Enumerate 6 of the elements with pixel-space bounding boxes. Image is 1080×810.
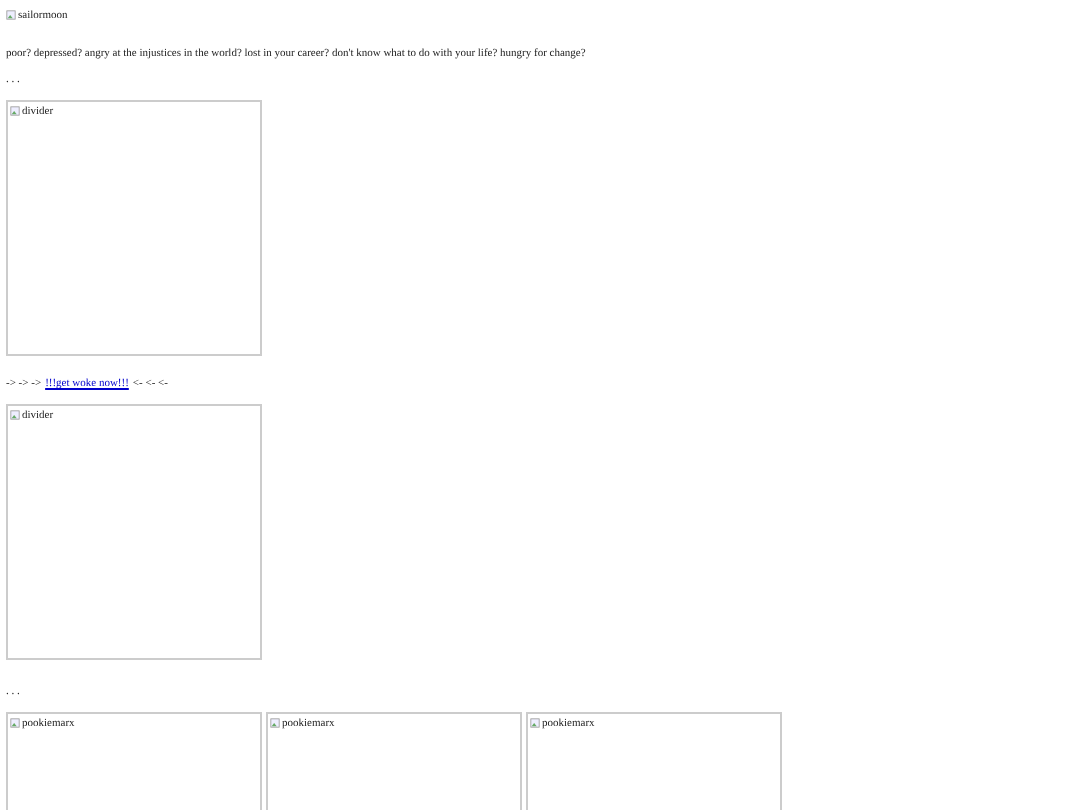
broken-image-icon xyxy=(10,410,20,420)
broken-image-icon xyxy=(270,718,280,728)
broken-image-icon xyxy=(530,718,540,728)
broken-image-icon xyxy=(10,106,20,116)
broken-image-icon xyxy=(10,718,20,728)
broken-image-icon xyxy=(6,10,16,20)
